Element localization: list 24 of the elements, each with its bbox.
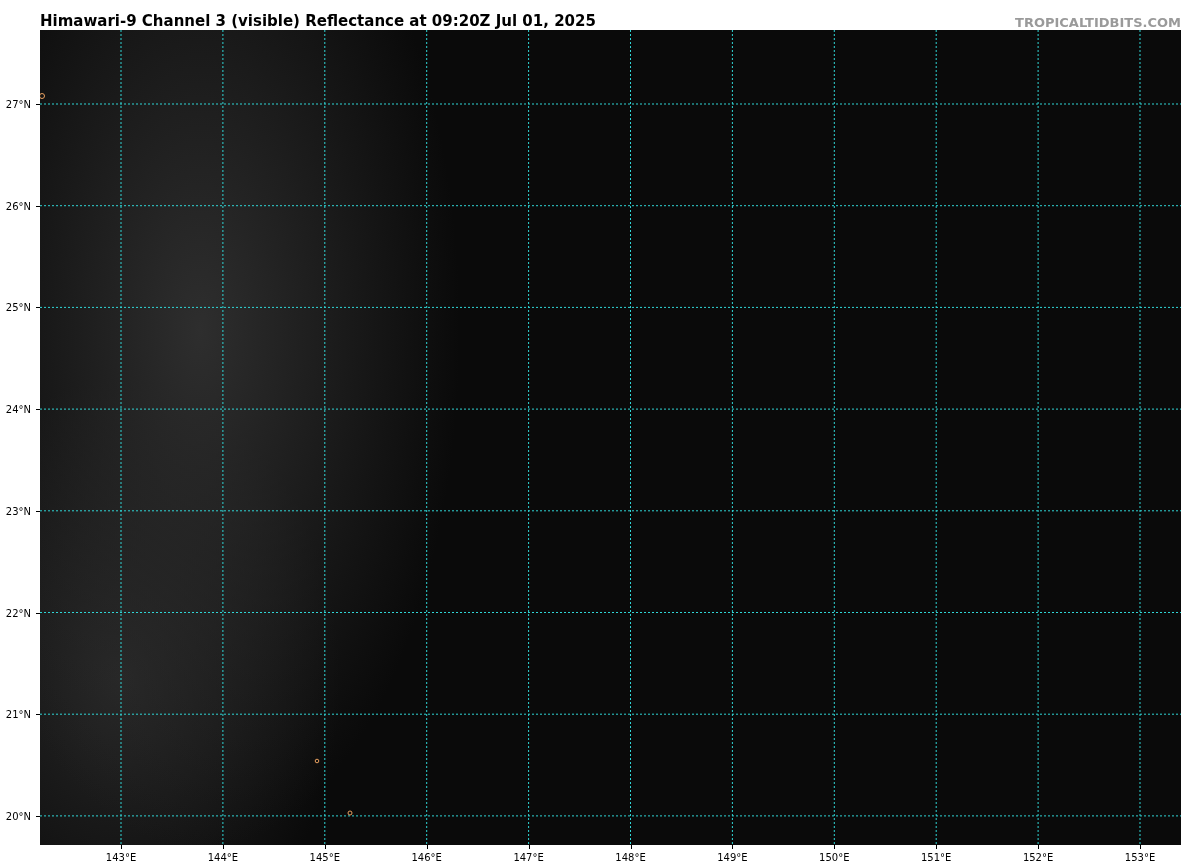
latitude-label: 22°N xyxy=(5,607,31,618)
island-icon xyxy=(347,810,353,816)
longitude-label: 145°E xyxy=(309,852,340,863)
longitude-label: 143°E xyxy=(105,852,137,863)
latitude-label: 24°N xyxy=(5,403,31,415)
longitude-label: 150°E xyxy=(819,852,850,863)
latitude-label: 26°N xyxy=(5,200,31,212)
longitude-label: 151°E xyxy=(921,852,952,863)
chart-title: Himawari-9 Channel 3 (visible) Reflectance at 09:20Z Jul 01, 2025 xyxy=(40,12,596,30)
latitude-label: 21°N xyxy=(5,708,31,720)
latitude-label: 23°N xyxy=(5,505,31,517)
longitude-label: 144°E xyxy=(207,852,239,863)
longitude-label: 147°E xyxy=(513,852,544,863)
latitude-label: 27°N xyxy=(5,98,31,110)
longitude-label: 153°E xyxy=(1124,852,1156,863)
latitude-label: 20°N xyxy=(5,810,31,822)
site-credit: TROPICALTIDBITS.COM xyxy=(1015,15,1181,30)
island-icon xyxy=(40,93,45,99)
longitude-label: 149°E xyxy=(717,852,748,863)
longitude-label: 146°E xyxy=(411,852,442,863)
longitude-label: 152°E xyxy=(1022,852,1054,863)
longitude-label: 148°E xyxy=(615,852,646,863)
island-icon xyxy=(314,758,320,764)
latitude-label: 25°N xyxy=(5,301,31,313)
